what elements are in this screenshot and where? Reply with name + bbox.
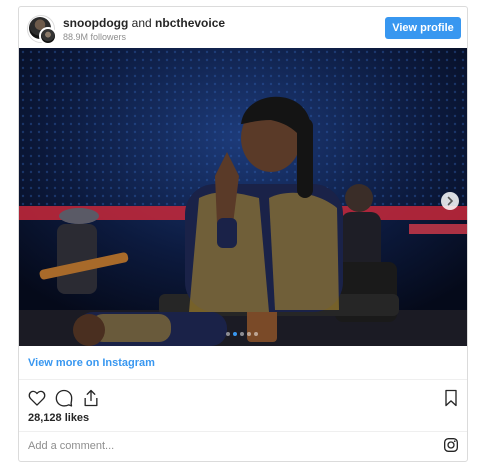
- share-icon[interactable]: [81, 388, 101, 408]
- carousel-dot: [226, 332, 230, 336]
- bookmark-icon[interactable]: [441, 388, 461, 408]
- instagram-embed-card: snoopdogg and nbcthevoice 88.9M follower…: [18, 6, 468, 462]
- avatar[interactable]: [27, 15, 57, 45]
- carousel-indicator: [226, 332, 258, 336]
- carousel-dot: [254, 332, 258, 336]
- divider: [19, 431, 467, 432]
- carousel-dot: [240, 332, 244, 336]
- carousel-next-button[interactable]: [441, 192, 459, 210]
- divider: [19, 379, 467, 380]
- stage-photo: [19, 48, 467, 346]
- view-more-on-instagram-link[interactable]: View more on Instagram: [28, 357, 155, 369]
- view-profile-button[interactable]: View profile: [385, 17, 461, 39]
- post-photo[interactable]: [19, 48, 467, 346]
- chevron-right-icon: [447, 196, 454, 206]
- authors-connector: and: [131, 16, 152, 30]
- heart-icon[interactable]: [27, 388, 47, 408]
- username-secondary-link[interactable]: nbcthevoice: [155, 16, 225, 30]
- follower-count: 88.9M followers: [63, 32, 127, 42]
- add-comment-input[interactable]: Add a comment...: [28, 440, 114, 452]
- instagram-icon[interactable]: [443, 437, 459, 453]
- post-authors: snoopdogg and nbcthevoice: [63, 16, 225, 31]
- carousel-dot: [247, 332, 251, 336]
- comment-icon[interactable]: [54, 388, 74, 408]
- username-primary-link[interactable]: snoopdogg: [63, 16, 128, 30]
- avatar-secondary: [39, 27, 57, 45]
- like-count: 28,128 likes: [28, 412, 90, 424]
- carousel-dot: [233, 332, 237, 336]
